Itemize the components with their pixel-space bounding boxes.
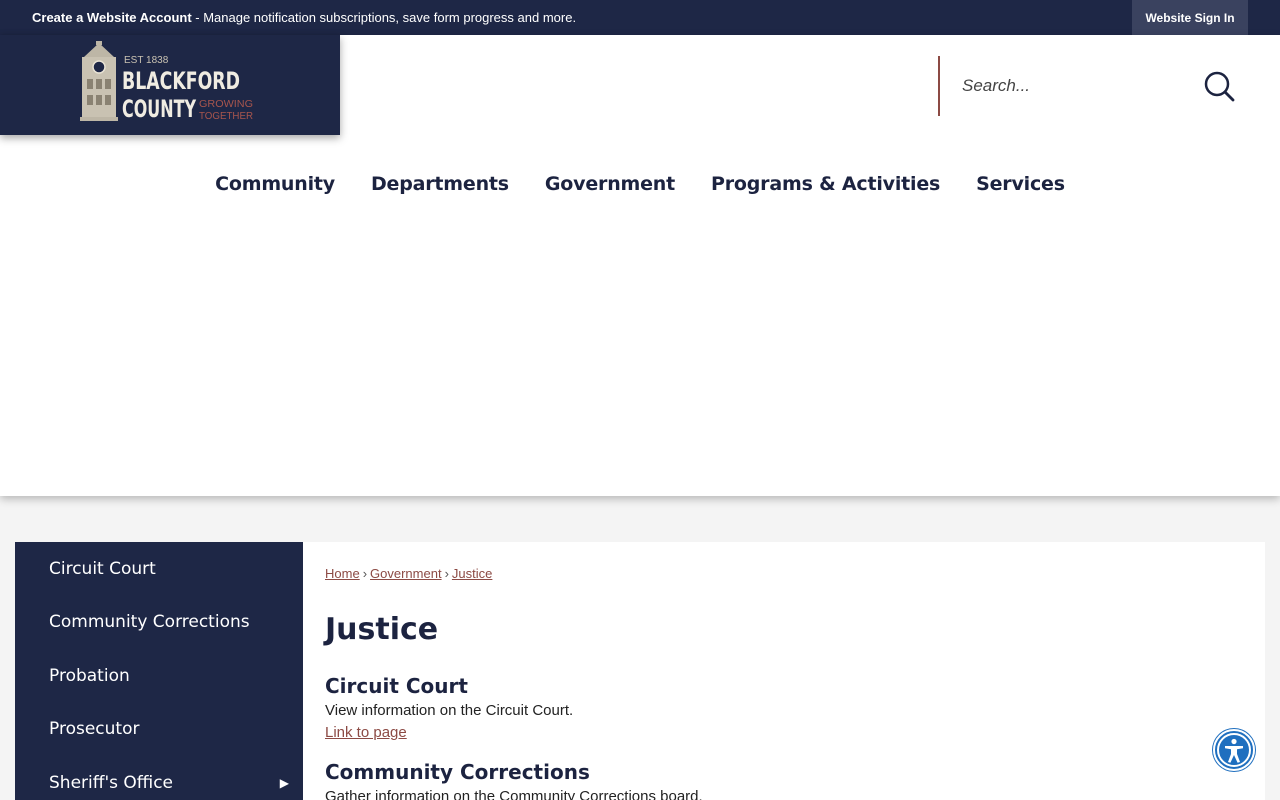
sidebar-item-label: Community Corrections [49, 612, 250, 633]
main-nav: Community Departments Government Program… [0, 173, 1280, 195]
svg-text:BLACKFORD: BLACKFORD [122, 67, 240, 95]
link-to-page[interactable]: Link to page [325, 724, 407, 741]
sidebar-item-sheriffs-office[interactable]: Sheriff's Office ▶ [15, 756, 303, 800]
breadcrumb-separator: › [362, 566, 368, 581]
svg-text:TOGETHER: TOGETHER [199, 111, 253, 122]
sidebar-item-circuit-court[interactable]: Circuit Court [15, 542, 303, 596]
breadcrumb-justice[interactable]: Justice [452, 566, 492, 581]
svg-text:COUNTY: COUNTY [122, 95, 196, 123]
nav-government[interactable]: Government [527, 173, 693, 195]
sidebar-item-probation[interactable]: Probation [15, 649, 303, 703]
account-message-text: - Manage notification subscriptions, sav… [191, 10, 577, 25]
breadcrumb-government[interactable]: Government [370, 566, 442, 581]
search-icon[interactable] [1202, 69, 1236, 103]
account-message[interactable]: Create a Website Account - Manage notifi… [32, 10, 576, 25]
search-box [938, 56, 1248, 116]
sidebar-nav: Circuit Court Community Corrections Prob… [15, 542, 303, 800]
nav-services[interactable]: Services [958, 173, 1083, 195]
section-description: View information on the Circuit Court. [325, 702, 574, 719]
main-content: Home › Government › Justice Justice Circuit … [303, 542, 1265, 800]
top-bar: Create a Website Account - Manage notifi… [0, 0, 1280, 35]
logo-graphic: EST 1838 BLACKFORD COUNTY GROWING TOGETH… [80, 41, 253, 123]
page-title: Justice [325, 612, 439, 647]
svg-text:GROWING: GROWING [199, 99, 253, 110]
section-circuit-court: Circuit Court View information on the Ci… [325, 674, 573, 742]
sidebar-item-label: Probation [49, 665, 130, 686]
sign-in-button[interactable]: Website Sign In [1132, 0, 1248, 35]
sidebar-item-label: Prosecutor [49, 719, 140, 740]
svg-text:EST 1838: EST 1838 [124, 55, 169, 66]
breadcrumb: Home › Government › Justice [325, 566, 492, 581]
sidebar-item-label: Circuit Court [49, 558, 156, 579]
sidebar-item-prosecutor[interactable]: Prosecutor [15, 703, 303, 757]
site-header: EST 1838 BLACKFORD COUNTY GROWING TOGETH… [0, 35, 1280, 496]
section-title: Circuit Court [325, 674, 468, 698]
expand-arrow-icon[interactable]: ▶ [280, 776, 289, 790]
search-input[interactable] [962, 74, 1192, 98]
create-account-link[interactable]: Create a Website Account [32, 10, 192, 25]
breadcrumb-home[interactable]: Home [325, 566, 360, 581]
sidebar-item-label: Sheriff's Office [49, 772, 174, 793]
section-community-corrections: Community Corrections Gather information… [325, 760, 703, 800]
nav-departments[interactable]: Departments [353, 173, 527, 195]
nav-programs-activities[interactable]: Programs & Activities [693, 173, 958, 195]
accessibility-icon[interactable] [1213, 729, 1255, 771]
breadcrumb-separator: › [444, 566, 449, 581]
county-logo[interactable]: EST 1838 BLACKFORD COUNTY GROWING TOGETH… [0, 35, 340, 135]
nav-community[interactable]: Community [197, 173, 353, 195]
sidebar-item-community-corrections[interactable]: Community Corrections [15, 596, 303, 650]
section-title: Community Corrections [325, 760, 590, 784]
section-description: Gather information on the Community Corr… [325, 788, 703, 800]
